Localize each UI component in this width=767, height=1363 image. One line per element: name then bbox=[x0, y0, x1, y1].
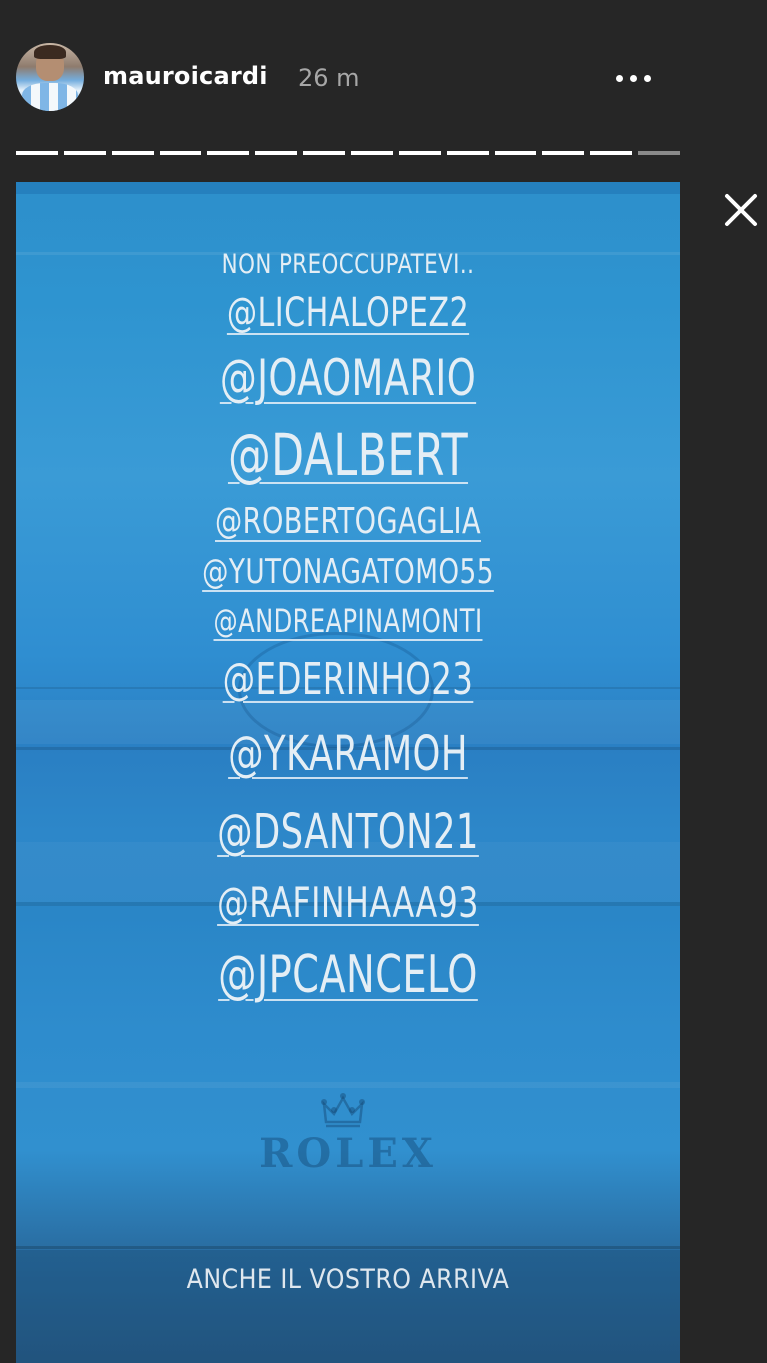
progress-segment bbox=[255, 151, 298, 155]
progress-segment bbox=[111, 151, 154, 155]
post-time: 26 m bbox=[298, 64, 360, 92]
progress-segment bbox=[16, 151, 58, 155]
progress-segment bbox=[398, 151, 441, 155]
mention-tag[interactable]: @JOAOMARIO bbox=[76, 342, 620, 414]
mention-tag[interactable]: @DALBERT bbox=[76, 414, 620, 496]
more-options-button[interactable] bbox=[606, 60, 660, 96]
story-progress-bar bbox=[16, 149, 681, 157]
story-viewer: mauroicardi 26 m NON PREOCCUPATEVI.. @LI… bbox=[0, 0, 767, 1363]
progress-segment bbox=[351, 151, 393, 155]
mention-tag[interactable]: @YKARAMOH bbox=[76, 714, 620, 794]
mention-tag[interactable]: @LICHALOPEZ2 bbox=[69, 284, 627, 342]
progress-segment bbox=[494, 151, 537, 155]
progress-segment bbox=[303, 151, 346, 155]
progress-segment bbox=[159, 151, 202, 155]
mention-tag[interactable]: @DSANTON21 bbox=[76, 794, 620, 870]
more-horizontal-icon bbox=[615, 74, 623, 82]
close-button[interactable] bbox=[718, 187, 764, 233]
progress-segment bbox=[638, 151, 681, 155]
crown-icon bbox=[321, 1093, 365, 1128]
story-footer-caption: ANCHE IL VOSTRO ARRIVA bbox=[186, 1264, 510, 1295]
progress-segment bbox=[542, 151, 585, 155]
story-caption: NON PREOCCUPATEVI.. bbox=[221, 249, 475, 280]
progress-segment bbox=[590, 151, 633, 155]
story-text-block: NON PREOCCUPATEVI.. @LICHALOPEZ2 @JOAOMA… bbox=[16, 238, 680, 1014]
mention-tag[interactable]: @YUTONAGATOMO55 bbox=[62, 548, 633, 596]
progress-segment bbox=[63, 151, 106, 155]
mention-tag[interactable]: @EDERINHO23 bbox=[76, 646, 620, 714]
avatar[interactable] bbox=[16, 43, 84, 111]
close-icon bbox=[725, 194, 757, 226]
story-frame[interactable]: NON PREOCCUPATEVI.. @LICHALOPEZ2 @JOAOMA… bbox=[16, 182, 680, 1363]
mention-tag[interactable]: @JPCANCELO bbox=[76, 936, 620, 1014]
username[interactable]: mauroicardi bbox=[103, 62, 268, 90]
mention-tag[interactable]: @RAFINHAAA93 bbox=[69, 870, 627, 936]
mention-tag[interactable]: @ANDREAPINAMONTI bbox=[69, 596, 627, 646]
progress-segment bbox=[207, 151, 250, 155]
progress-segment bbox=[446, 151, 489, 155]
mention-tag[interactable]: @ROBERTOGAGLIA bbox=[69, 496, 627, 548]
brand-logo: ROLEX bbox=[259, 1130, 437, 1177]
